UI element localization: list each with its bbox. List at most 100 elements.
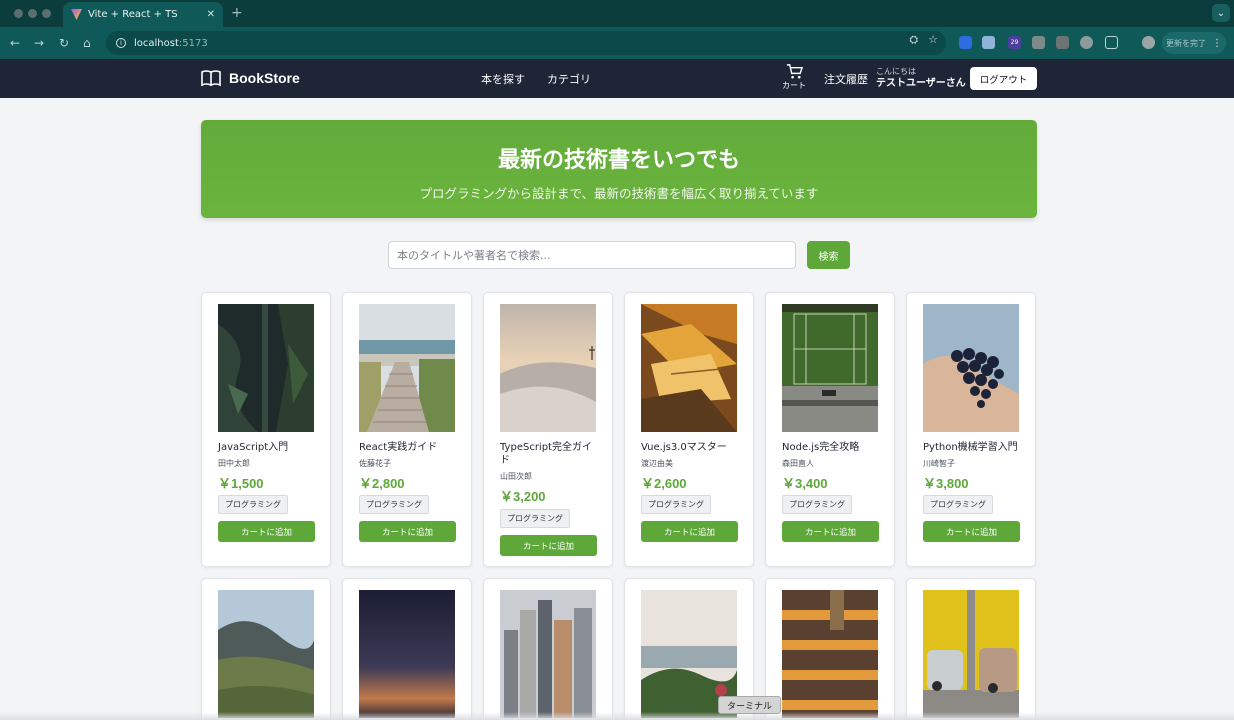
more-menu-icon[interactable]: ⋮ xyxy=(1212,38,1222,49)
search-input[interactable] xyxy=(388,241,796,269)
extension-badge-icon[interactable]: 29 xyxy=(1008,36,1021,49)
site-info-icon[interactable]: i xyxy=(116,38,126,48)
url-host: localhost xyxy=(134,37,179,49)
chevron-down-icon[interactable]: ⌄ xyxy=(1212,4,1230,22)
update-label: 更新を完了 xyxy=(1166,38,1206,48)
cart-button[interactable]: カート xyxy=(782,63,806,91)
book-card xyxy=(483,578,613,720)
book-author: 山田次郎 xyxy=(500,472,532,481)
new-tab-button[interactable]: + xyxy=(231,5,243,21)
bookmark-star-icon[interactable]: ☆ xyxy=(928,33,938,47)
book-author: 佐藤花子 xyxy=(359,459,391,468)
book-author: 渡辺由美 xyxy=(641,459,673,468)
hero-banner: 最新の技術書をいつでも プログラミングから設計まで、最新の技術書を幅広く取り揃え… xyxy=(201,120,1037,218)
cart-label: カート xyxy=(782,81,806,90)
back-arrow-icon[interactable]: ← xyxy=(10,35,20,51)
hero-title: 最新の技術書をいつでも xyxy=(497,148,740,173)
tab-title: Vite + React + TS xyxy=(88,9,178,20)
book-cover-image[interactable] xyxy=(500,304,596,432)
category-tag[interactable]: プログラミング xyxy=(782,495,852,514)
book-price: ￥2,800 xyxy=(359,476,405,491)
book-card: React実践ガイド 佐藤花子 ￥2,800 プログラミング カートに追加 xyxy=(342,292,472,567)
book-title[interactable]: Vue.js3.0マスター xyxy=(641,441,741,454)
book-cover-image[interactable] xyxy=(641,304,737,432)
book-card: Python機械学習入門 川崎智子 ￥3,800 プログラミング カートに追加 xyxy=(906,292,1036,567)
close-window-dot[interactable] xyxy=(14,9,23,18)
nav-find-books[interactable]: 本を探す xyxy=(481,71,525,87)
book-title[interactable]: Python機械学習入門 xyxy=(923,441,1023,454)
reload-icon[interactable]: ↻ xyxy=(59,35,69,51)
book-price: ￥1,500 xyxy=(218,476,264,491)
logout-button[interactable]: ログアウト xyxy=(970,67,1037,90)
zoom-window-dot[interactable] xyxy=(42,9,51,18)
book-cover-image[interactable] xyxy=(782,304,878,432)
hero-subtitle: プログラミングから設計まで、最新の技術書を幅広く取り揃えています xyxy=(419,186,819,201)
open-book-icon xyxy=(201,70,221,87)
book-card: Node.js完全攻略 森田直人 ￥3,400 プログラミング カートに追加 xyxy=(765,292,895,567)
browser-tab-bar: Vite + React + TS ✕ + ⌄ xyxy=(0,0,1234,27)
address-bar[interactable]: i localhost:5173 xyxy=(106,31,946,55)
nav-categories[interactable]: カテゴリ xyxy=(547,71,591,87)
book-cover-image[interactable] xyxy=(923,304,1019,432)
category-tag[interactable]: プログラミング xyxy=(923,495,993,514)
book-cover-image[interactable] xyxy=(500,590,596,718)
user-greeting: こんにちは テストユーザーさん xyxy=(876,66,966,90)
browser-tab[interactable]: Vite + React + TS ✕ xyxy=(63,2,223,27)
category-tag[interactable]: プログラミング xyxy=(500,509,570,528)
add-to-cart-button[interactable]: カートに追加 xyxy=(923,521,1020,542)
s-extension-icon[interactable] xyxy=(1056,36,1069,49)
book-card xyxy=(906,578,1036,720)
book-price: ￥2,600 xyxy=(641,476,687,491)
book-price: ￥3,200 xyxy=(500,489,546,504)
cart-icon xyxy=(786,64,803,79)
book-card xyxy=(765,578,895,720)
book-card: TypeScript完全ガイド 山田次郎 ￥3,200 プログラミング カートに… xyxy=(483,292,613,567)
add-to-cart-button[interactable]: カートに追加 xyxy=(641,521,738,542)
book-cover-image[interactable] xyxy=(218,590,314,718)
profile-avatar[interactable] xyxy=(1142,36,1155,49)
url-port: :5173 xyxy=(178,37,208,49)
book-price: ￥3,400 xyxy=(782,476,828,491)
update-button[interactable]: 更新を完了 ⋮ xyxy=(1162,32,1226,54)
book-card xyxy=(201,578,331,720)
close-tab-icon[interactable]: ✕ xyxy=(207,9,215,20)
add-to-cart-button[interactable]: カートに追加 xyxy=(500,535,597,556)
extension-1-icon[interactable] xyxy=(959,36,972,49)
book-title[interactable]: React実践ガイド xyxy=(359,441,459,454)
puzzle-extensions-icon[interactable] xyxy=(1105,36,1118,49)
address-bar-actions: ⛭ ☆ xyxy=(909,33,938,47)
book-author: 森田直人 xyxy=(782,459,814,468)
brand-name: BookStore xyxy=(229,70,300,86)
circle-extension-icon[interactable] xyxy=(1080,36,1093,49)
extension-2-icon[interactable] xyxy=(982,36,995,49)
install-app-icon[interactable]: ⛭ xyxy=(909,33,918,47)
terminal-button[interactable]: ターミナル xyxy=(718,696,781,714)
brand-logo[interactable]: BookStore xyxy=(201,69,300,87)
book-price: ￥3,800 xyxy=(923,476,969,491)
book-title[interactable]: Node.js完全攻略 xyxy=(782,441,882,454)
order-history-link[interactable]: 注文履歴 xyxy=(824,71,868,87)
book-cover-image[interactable] xyxy=(923,590,1019,718)
page-bottom-shadow xyxy=(0,712,1234,720)
shield-extension-icon[interactable] xyxy=(1032,36,1045,49)
user-name: テストユーザーさん xyxy=(876,78,966,89)
book-cover-image[interactable] xyxy=(218,304,314,432)
add-to-cart-button[interactable]: カートに追加 xyxy=(218,521,315,542)
home-icon[interactable]: ⌂ xyxy=(83,35,91,51)
category-tag[interactable]: プログラミング xyxy=(218,495,288,514)
book-card xyxy=(342,578,472,720)
greeting-text: こんにちは xyxy=(876,67,916,76)
book-title[interactable]: JavaScript入門 xyxy=(218,441,318,454)
minimize-window-dot[interactable] xyxy=(28,9,37,18)
forward-arrow-icon[interactable]: → xyxy=(34,35,44,51)
vite-favicon-icon xyxy=(71,9,82,20)
book-cover-image[interactable] xyxy=(359,590,455,718)
add-to-cart-button[interactable]: カートに追加 xyxy=(782,521,879,542)
search-button[interactable]: 検索 xyxy=(807,241,850,269)
add-to-cart-button[interactable]: カートに追加 xyxy=(359,521,456,542)
book-title[interactable]: TypeScript完全ガイド xyxy=(500,441,600,467)
category-tag[interactable]: プログラミング xyxy=(641,495,711,514)
category-tag[interactable]: プログラミング xyxy=(359,495,429,514)
book-cover-image[interactable] xyxy=(359,304,455,432)
book-cover-image[interactable] xyxy=(782,590,878,718)
